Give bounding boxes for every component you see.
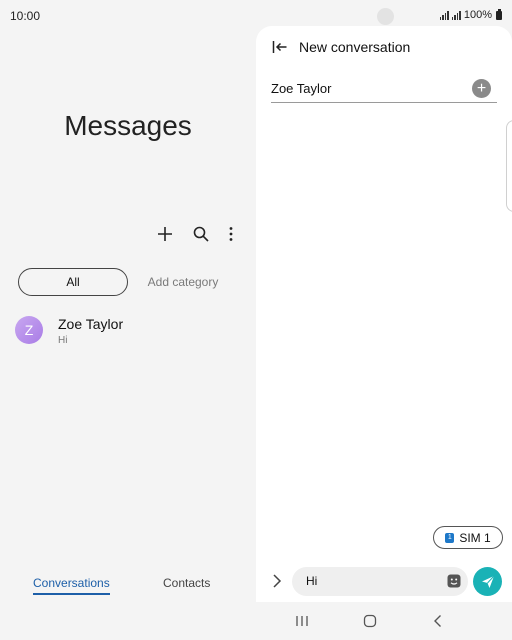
- message-input[interactable]: Hi: [292, 567, 468, 596]
- add-recipient-icon[interactable]: +: [472, 79, 491, 98]
- recipient-field[interactable]: Zoe Taylor +: [271, 78, 497, 103]
- search-icon[interactable]: [189, 222, 213, 246]
- sim-selector-button[interactable]: 1 SIM 1: [433, 526, 503, 549]
- avatar: Z: [15, 316, 43, 344]
- message-input-text: Hi: [306, 574, 318, 588]
- sticker-icon[interactable]: [446, 573, 462, 589]
- category-all-chip[interactable]: All: [18, 268, 128, 296]
- new-conversation-pane: New conversation Zoe Taylor + 1 SIM 1 Hi: [256, 26, 512, 602]
- list-item[interactable]: Z Zoe Taylor Hi: [0, 310, 256, 354]
- recent-apps-icon[interactable]: [292, 612, 312, 630]
- plus-icon[interactable]: [153, 222, 177, 246]
- signal-icon-2: [451, 10, 461, 20]
- add-category-chip[interactable]: Add category: [138, 268, 228, 296]
- edge-panel-handle[interactable]: [506, 120, 512, 212]
- status-icons: 100%: [439, 8, 502, 21]
- more-vertical-icon[interactable]: [219, 222, 243, 246]
- back-arrow-icon[interactable]: [272, 39, 288, 55]
- send-button[interactable]: [473, 567, 502, 596]
- page-title: Messages: [64, 110, 192, 141]
- status-time: 10:00: [10, 9, 41, 23]
- chevron-right-icon[interactable]: [271, 573, 283, 589]
- conversation-name: Zoe Taylor: [58, 316, 124, 332]
- camera-cutout: [377, 8, 394, 25]
- recipient-value: Zoe Taylor: [271, 81, 332, 96]
- send-icon: [481, 575, 494, 588]
- conversation-preview: Hi: [58, 335, 68, 346]
- tab-contacts[interactable]: Contacts: [163, 576, 210, 590]
- sim-card-icon: 1: [445, 532, 455, 543]
- back-nav-icon[interactable]: [428, 612, 448, 630]
- battery-icon: [496, 8, 502, 20]
- battery-percent: 100%: [463, 9, 492, 21]
- signal-icon: [439, 10, 449, 20]
- home-icon[interactable]: [360, 612, 380, 630]
- tab-conversations[interactable]: Conversations: [33, 576, 110, 595]
- sim-label: SIM 1: [459, 530, 491, 545]
- conversation-header-title: New conversation: [299, 39, 411, 55]
